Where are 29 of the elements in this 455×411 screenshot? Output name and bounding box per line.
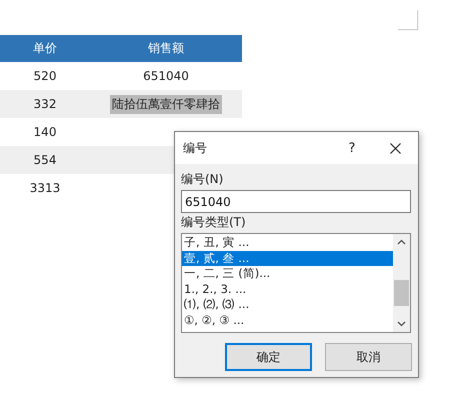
list-item[interactable]: 一, 二, 三 (简)... xyxy=(182,266,393,282)
list-item[interactable]: 壹, 贰, 叁 ... xyxy=(182,250,393,266)
field-label: 编号(N) xyxy=(181,172,224,187)
table-cell-text: 332 xyxy=(32,96,58,112)
scroll-up-icon[interactable] xyxy=(397,239,406,245)
list-item[interactable]: ⑴, ⑵, ⑶ ... xyxy=(182,297,393,312)
help-button[interactable]: ? xyxy=(332,140,372,156)
field-label: 编号类型(T) xyxy=(181,215,247,230)
table-cell-text: 554 xyxy=(32,152,58,168)
table-cell-text: 651040 xyxy=(142,68,190,84)
column-header: 销售额 xyxy=(147,40,185,57)
list-item[interactable]: 1., 2., 3. ... xyxy=(182,282,393,297)
list-item[interactable]: 子, 丑, 寅 ... xyxy=(182,235,393,250)
scroll-down-icon[interactable] xyxy=(397,321,406,327)
table-cell-text: 3313 xyxy=(28,180,62,196)
page-corner-icon xyxy=(398,10,418,30)
close-icon[interactable] xyxy=(390,142,400,154)
table-cell-text: 140 xyxy=(32,124,58,140)
scrollbar[interactable] xyxy=(393,234,410,332)
table-cell-text: 520 xyxy=(32,68,58,84)
number-field[interactable]: 651040 xyxy=(181,190,411,213)
number-type-list[interactable]: 子, 丑, 寅 ... 壹, 贰, 叁 ... 一, 二, 三 (简)... 1., 2., 3. ... ⑴, ⑵, ⑶ ... ①, ②, ③ ... xyxy=(181,233,411,333)
cancel-button[interactable]: 取消 xyxy=(325,343,412,371)
scroll-thumb[interactable] xyxy=(394,280,409,306)
table-cell: 陆拾伍萬壹仟零肆拾 xyxy=(110,94,222,114)
column-header: 单价 xyxy=(32,40,58,57)
list-item[interactable]: ①, ②, ③ ... xyxy=(182,312,393,328)
dialog-title: 编号 xyxy=(183,140,208,156)
ok-button[interactable]: 确定 xyxy=(225,343,312,371)
